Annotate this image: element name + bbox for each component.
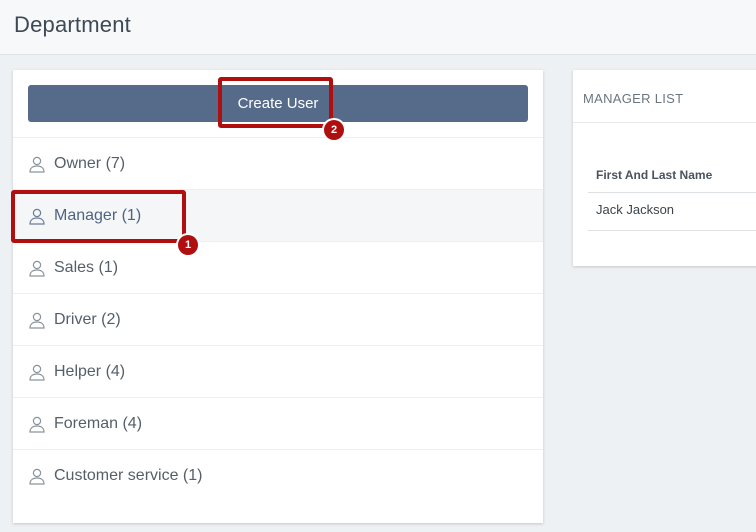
user-icon [29,156,45,173]
top-header: Department [0,0,756,55]
role-item-customer-service[interactable]: Customer service (1) [13,449,543,501]
role-item-foreman[interactable]: Foreman (4) [13,397,543,449]
user-icon [29,260,45,277]
table-row[interactable]: Jack Jackson [588,193,756,231]
user-icon [29,208,45,225]
role-item-helper[interactable]: Helper (4) [13,345,543,397]
role-list: Owner (7) Manager (1) Sales (1) Driver (… [13,137,543,501]
user-icon [29,364,45,381]
role-label: Customer service (1) [54,466,203,484]
role-label: Manager (1) [54,206,142,224]
panel-title: MANAGER LIST [573,70,756,123]
table-header[interactable]: First And Last Name [588,160,756,193]
annotation-badge-1: 1 [178,235,198,255]
user-icon [29,468,45,485]
annotation-badge-2: 2 [324,120,344,140]
role-item-manager[interactable]: Manager (1) [13,189,543,241]
page-title: Department [14,12,131,37]
role-label: Sales (1) [54,258,119,276]
manager-list-panel: MANAGER LIST First And Last Name Jack Ja… [573,70,756,266]
role-label: Driver (2) [54,310,121,328]
manager-table: First And Last Name Jack Jackson [588,160,756,231]
role-label: Helper (4) [54,362,126,380]
role-item-owner[interactable]: Owner (7) [13,137,543,189]
role-item-driver[interactable]: Driver (2) [13,293,543,345]
user-icon [29,416,45,433]
create-user-button[interactable]: Create User [28,85,528,122]
role-label: Owner (7) [54,154,126,172]
role-label: Foreman (4) [54,414,143,432]
role-item-sales[interactable]: Sales (1) [13,241,543,293]
roles-panel: Create User Owner (7) Manager (1) Sales … [13,70,543,523]
user-icon [29,312,45,329]
